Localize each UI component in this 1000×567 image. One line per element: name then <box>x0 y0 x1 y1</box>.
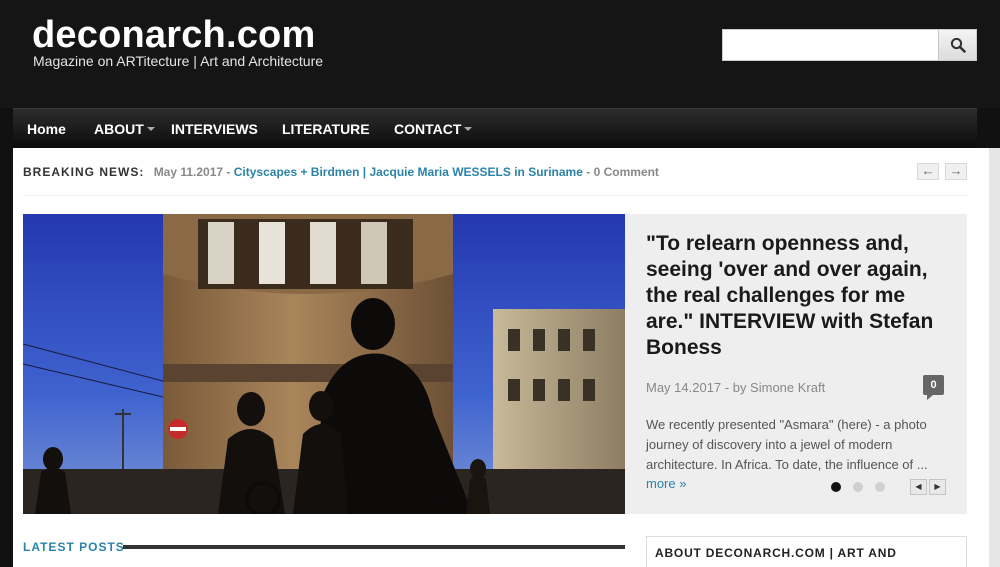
slider-dot[interactable] <box>831 482 841 492</box>
nav-item-home[interactable]: Home <box>27 109 66 149</box>
nav-item-label: LITERATURE <box>282 121 370 137</box>
more-link[interactable]: more » <box>646 476 686 491</box>
nav-item-label: Home <box>27 121 66 137</box>
nav-item-contact[interactable]: CONTACT <box>394 109 473 149</box>
featured-title[interactable]: "To relearn openness and, seeing 'over a… <box>646 231 956 361</box>
chevron-down-icon <box>464 127 473 132</box>
slider-dot[interactable] <box>875 482 885 492</box>
page-gutter <box>989 148 1000 567</box>
nav-item-label: ABOUT <box>94 121 144 137</box>
breaking-news-comment-count[interactable]: - 0 Comment <box>583 165 659 179</box>
sidebar-about-title: ABOUT DECONARCH.COM | ART AND <box>655 546 897 560</box>
featured-image[interactable] <box>23 214 625 514</box>
nav-item-about[interactable]: ABOUT <box>94 109 155 149</box>
nav-item-interviews[interactable]: INTERVIEWS <box>171 109 258 149</box>
breaking-news-link[interactable]: Cityscapes + Birdmen | Jacquie Maria WES… <box>234 165 583 179</box>
slider-dot[interactable] <box>853 482 863 492</box>
search-box <box>722 29 977 61</box>
nav-item-label: CONTACT <box>394 121 462 137</box>
breaking-news-bar: BREAKING NEWS: May 11.2017 - Cityscapes … <box>23 162 659 182</box>
featured-photo <box>23 214 625 514</box>
search-input[interactable] <box>723 30 939 60</box>
comment-count-badge[interactable]: 0 <box>923 375 944 400</box>
breaking-news-prev-button[interactable]: ← <box>917 163 939 180</box>
nav-item-label: INTERVIEWS <box>171 121 258 137</box>
main-nav: Home ABOUT INTERVIEWS LITERATURE CONTACT <box>13 108 977 148</box>
breaking-news-date: May 11.2017 - <box>153 165 234 179</box>
search-button[interactable] <box>938 30 976 60</box>
breaking-news-label: BREAKING NEWS: <box>23 165 145 179</box>
slider-prev-button[interactable]: ◀ <box>910 479 927 495</box>
nav-item-literature[interactable]: LITERATURE <box>282 109 370 149</box>
featured-meta: May 14.2017 - by Simone Kraft <box>646 380 826 395</box>
chevron-down-icon <box>146 127 155 132</box>
divider <box>23 195 967 196</box>
featured-excerpt: We recently presented "Asmara" (here) - … <box>646 417 928 472</box>
site-title[interactable]: deconarch.com <box>32 12 315 58</box>
site-tagline: Magazine on ARTitecture | Art and Archit… <box>33 53 324 69</box>
section-rule <box>123 545 625 549</box>
slider-next-button[interactable]: ▶ <box>929 479 946 495</box>
latest-posts-heading: LATEST POSTS <box>23 540 125 554</box>
search-icon <box>950 37 966 53</box>
breaking-news-next-button[interactable]: → <box>945 163 967 180</box>
